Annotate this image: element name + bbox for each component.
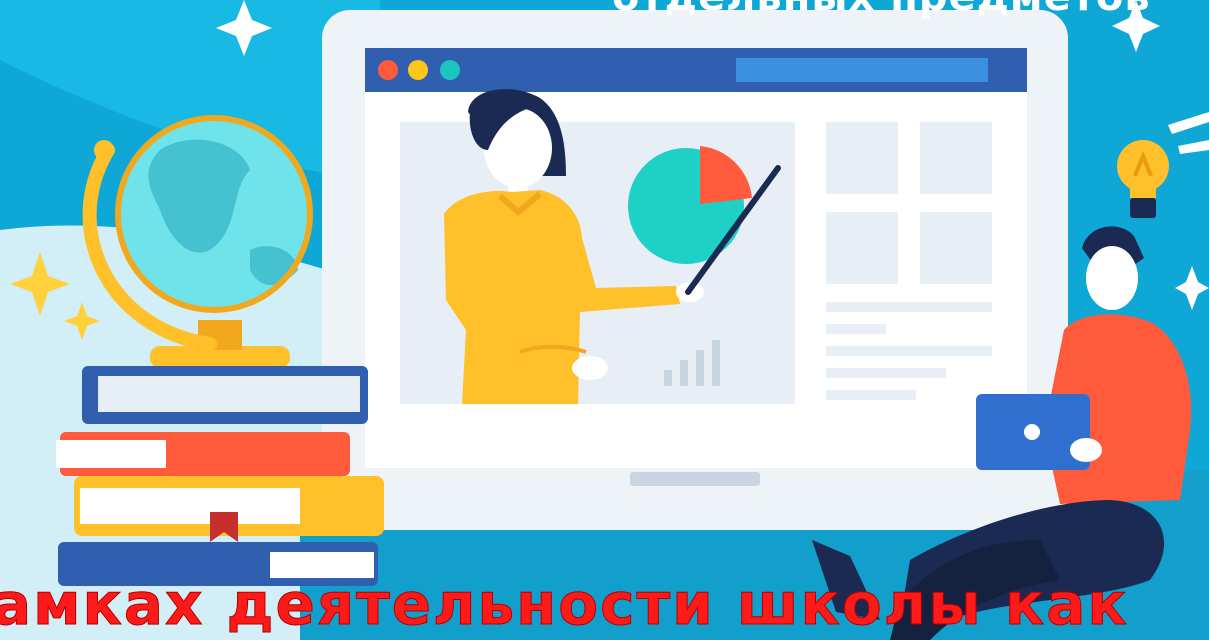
top-caption: отдельных предметов bbox=[612, 0, 1209, 20]
address-bar bbox=[736, 58, 988, 82]
window-dot-red bbox=[378, 60, 398, 80]
illustration: отдельных предметов амках деятельности ш… bbox=[0, 0, 1209, 640]
online-learning-scene bbox=[0, 0, 1209, 640]
books-icon bbox=[56, 366, 384, 586]
window-dot-teal bbox=[440, 60, 460, 80]
window-dot-yellow bbox=[408, 60, 428, 80]
bottom-caption: амках деятельности школы как bbox=[0, 570, 1129, 639]
monitor-stand bbox=[630, 472, 760, 486]
